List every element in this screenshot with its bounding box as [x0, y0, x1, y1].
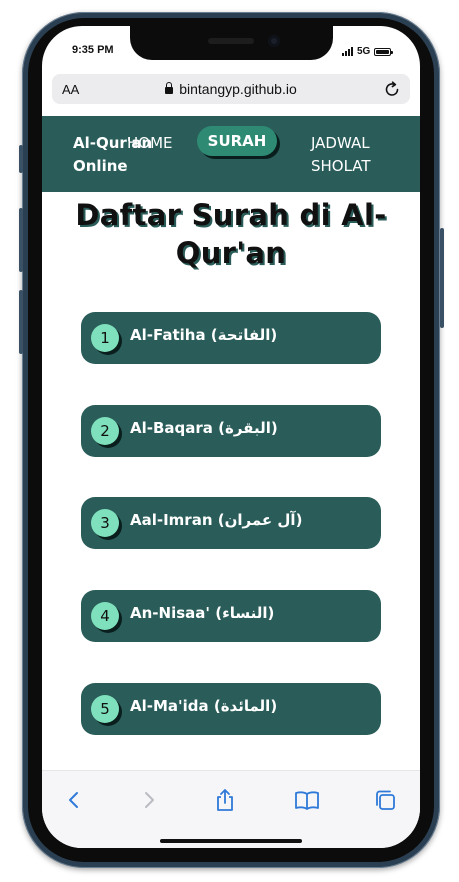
nav-jadwal-line-2: SHOLAT [311, 157, 371, 175]
url-text: bintangyp.github.io [179, 81, 297, 97]
bookmarks-icon[interactable] [292, 785, 322, 815]
network-type: 5G [357, 46, 371, 57]
url-display[interactable]: bintangyp.github.io [52, 81, 410, 97]
volume-up-button [19, 208, 23, 272]
surah-name: An-Nisaa' (النساء) [130, 604, 275, 622]
tabs-icon[interactable] [370, 785, 400, 815]
reload-icon[interactable] [382, 79, 402, 99]
power-button [440, 228, 444, 328]
status-time: 9:35 PM [72, 44, 114, 56]
surah-name: Al-Ma'ida (المائدة) [130, 697, 278, 715]
surah-item-3[interactable]: 3 Aal-Imran (آل عمران) [81, 497, 381, 549]
nav-jadwal-sholat[interactable]: JADWAL SHOLAT [311, 132, 391, 178]
chevron-right-icon[interactable] [134, 785, 164, 815]
surah-number-badge: 3 [91, 509, 119, 537]
speaker-grille [208, 38, 254, 44]
surah-number-badge: 2 [91, 417, 119, 445]
notch [130, 26, 333, 60]
browser-toolbar [42, 770, 420, 848]
phone-screen: 9:35 PM 5G AA bintangyp.github.io Al-Qur… [42, 26, 420, 848]
brand-line-2: Online [73, 157, 128, 175]
surah-item-1[interactable]: 1 Al-Fatiha (الفاتحة) [81, 312, 381, 364]
surah-name: Aal-Imran (آل عمران) [130, 511, 303, 529]
surah-item-4[interactable]: 4 An-Nisaa' (النساء) [81, 590, 381, 642]
surah-number-badge: 1 [91, 324, 119, 352]
nav-jadwal-line-1: JADWAL [311, 134, 370, 152]
address-bar[interactable]: AA bintangyp.github.io [52, 74, 410, 104]
chevron-left-icon[interactable] [59, 785, 89, 815]
surah-name: Al-Fatiha (الفاتحة) [130, 326, 278, 344]
lock-icon [165, 82, 174, 94]
surah-number-badge: 5 [91, 695, 119, 723]
share-icon[interactable] [210, 785, 240, 815]
battery-icon [374, 47, 394, 56]
front-camera [268, 35, 280, 47]
surah-number-badge: 4 [91, 602, 119, 630]
home-indicator[interactable] [160, 839, 302, 843]
page-title: Daftar Surah di Al-Qur'an [75, 198, 387, 270]
surah-item-5[interactable]: 5 Al-Ma'ida (المائدة) [81, 683, 381, 735]
surah-name: Al-Baqara (البقرة) [130, 419, 278, 437]
mute-switch [19, 145, 23, 173]
site-navbar: Al-Qur'an Online HOME SURAH JADWAL SHOLA… [42, 116, 420, 192]
status-indicators: 5G [342, 46, 394, 57]
volume-down-button [19, 290, 23, 354]
nav-home[interactable]: HOME [127, 132, 173, 155]
nav-surah[interactable]: SURAH [197, 126, 277, 156]
signal-icon [342, 47, 353, 56]
surah-item-2[interactable]: 2 Al-Baqara (البقرة) [81, 405, 381, 457]
